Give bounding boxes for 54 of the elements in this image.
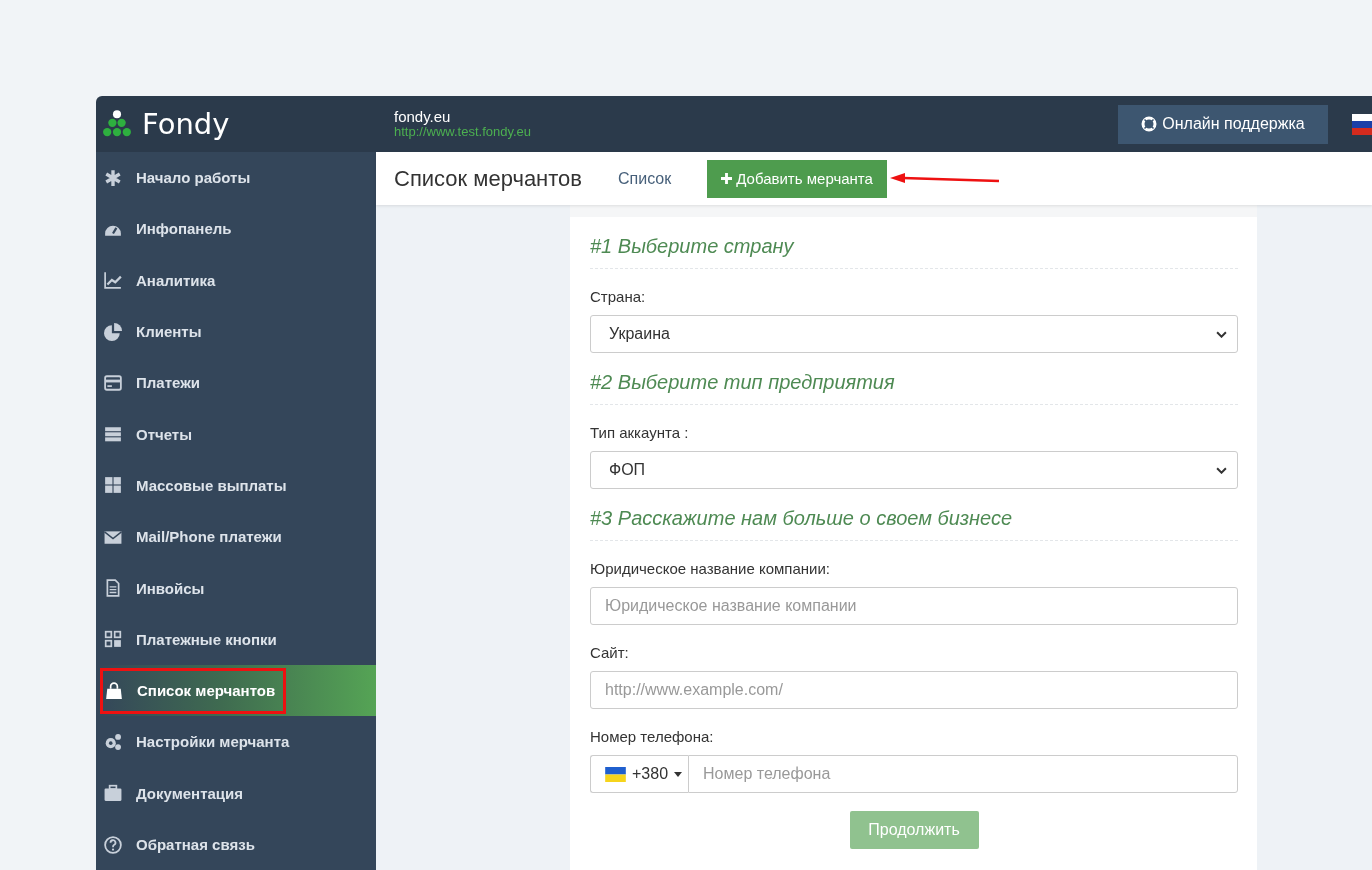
input-field[interactable]: Юридическое название компании bbox=[590, 587, 1238, 625]
select-field[interactable]: ФОП bbox=[590, 451, 1238, 489]
sidebar-item[interactable]: Инфопанель bbox=[96, 203, 376, 255]
qr-code-icon bbox=[104, 630, 122, 649]
sidebar-item[interactable]: Документация bbox=[96, 767, 376, 819]
flag-icon[interactable] bbox=[1352, 113, 1372, 135]
logo-wordmark: Fondy bbox=[142, 107, 230, 141]
asterisk-icon bbox=[104, 168, 122, 187]
phone-input[interactable]: Номер телефона bbox=[688, 755, 1238, 793]
chevron-down-icon bbox=[1216, 330, 1227, 338]
field-label: Сайт: bbox=[590, 643, 630, 663]
site-name: fondy.eu bbox=[394, 109, 452, 125]
field-label: Тип аккаунта : bbox=[590, 423, 690, 443]
pie-chart-icon bbox=[104, 322, 122, 341]
country-code-dropdown[interactable]: +380 bbox=[590, 755, 689, 793]
question-icon bbox=[104, 835, 122, 854]
section-heading: #2 Выберите тип предприятия bbox=[590, 353, 1238, 405]
grid-icon bbox=[104, 476, 122, 495]
server-icon bbox=[104, 425, 122, 444]
document-icon bbox=[104, 579, 122, 597]
flag-icon bbox=[605, 766, 626, 782]
logo-icon bbox=[102, 110, 132, 138]
line-chart-icon bbox=[104, 271, 122, 290]
sidebar-item[interactable]: Начало работы bbox=[96, 152, 376, 204]
input-field[interactable]: http://www.example.com/ bbox=[590, 671, 1238, 709]
sidebar-item[interactable]: Массовые выплаты bbox=[96, 459, 376, 512]
sidebar-item[interactable]: Инвойсы bbox=[96, 562, 376, 614]
field-label: Номер телефона: bbox=[590, 727, 715, 747]
highlight-box: Список мерчантов bbox=[100, 667, 287, 714]
gears-icon bbox=[104, 732, 122, 751]
plus-icon bbox=[721, 173, 733, 184]
field-label: Юридическое название компании: bbox=[590, 559, 831, 579]
section-heading: #3 Расскажите нам больше о своем бизнесе bbox=[590, 489, 1238, 541]
section-heading: #1 Выберите страну bbox=[590, 217, 1238, 269]
sidebar-item[interactable]: Обратная связь bbox=[96, 818, 376, 870]
credit-card-icon bbox=[104, 373, 122, 392]
page-title: Список мерчантов bbox=[394, 165, 583, 192]
list-tab[interactable]: Список bbox=[618, 169, 672, 188]
lifebuoy-icon bbox=[1141, 116, 1158, 132]
sidebar-item[interactable]: Платежи bbox=[96, 357, 376, 409]
caret-icon bbox=[674, 771, 683, 777]
sidebar-item[interactable]: Платежные кнопки bbox=[96, 613, 376, 665]
shopping-bag-icon bbox=[105, 681, 123, 700]
sidebar-item[interactable]: Аналитика bbox=[96, 254, 376, 306]
sidebar-item[interactable]: Клиенты bbox=[96, 305, 376, 358]
chevron-down-icon bbox=[1216, 466, 1227, 474]
field-label: Страна: bbox=[590, 287, 647, 307]
support-button[interactable]: Онлайн поддержка bbox=[1118, 104, 1328, 144]
sidebar-item[interactable]: Mail/Phone платежи bbox=[96, 511, 376, 563]
site-url: http://www.test.fondy.eu bbox=[394, 125, 532, 139]
sidebar-item[interactable]: Отчеты bbox=[96, 408, 376, 460]
briefcase-icon bbox=[104, 784, 122, 803]
select-field[interactable]: Украина bbox=[590, 315, 1238, 353]
sidebar-item[interactable]: Настройки мерчанта bbox=[96, 716, 376, 768]
